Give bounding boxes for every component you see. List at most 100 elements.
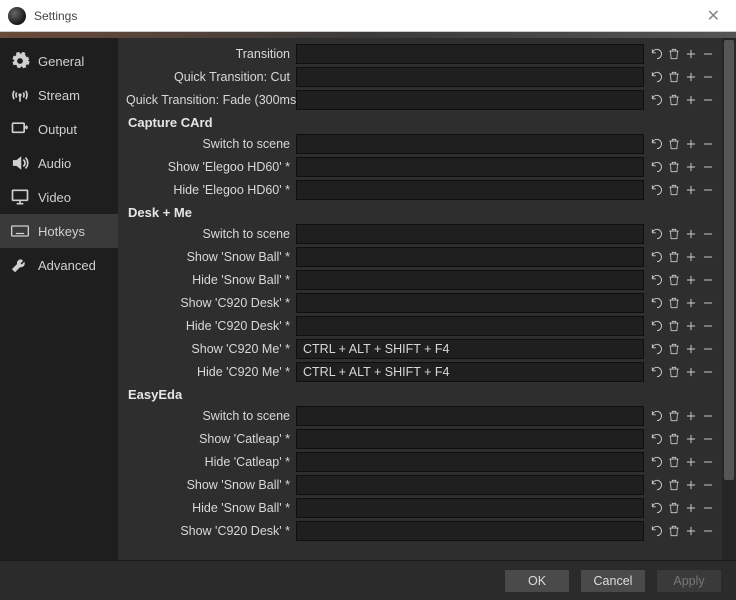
undo-icon[interactable] <box>649 498 665 518</box>
vertical-scrollbar[interactable] <box>722 38 736 560</box>
minus-icon[interactable] <box>700 521 716 541</box>
plus-icon[interactable] <box>683 247 699 267</box>
close-icon[interactable]: ✕ <box>699 6 728 26</box>
undo-icon[interactable] <box>649 429 665 449</box>
minus-icon[interactable] <box>700 362 716 382</box>
trash-icon[interactable] <box>666 406 682 426</box>
undo-icon[interactable] <box>649 44 665 64</box>
undo-icon[interactable] <box>649 224 665 244</box>
hotkey-input[interactable] <box>296 67 644 87</box>
hotkey-input[interactable] <box>296 90 644 110</box>
undo-icon[interactable] <box>649 452 665 472</box>
minus-icon[interactable] <box>700 475 716 495</box>
minus-icon[interactable] <box>700 90 716 110</box>
scrollbar-thumb[interactable] <box>724 40 734 480</box>
minus-icon[interactable] <box>700 157 716 177</box>
plus-icon[interactable] <box>683 224 699 244</box>
trash-icon[interactable] <box>666 134 682 154</box>
minus-icon[interactable] <box>700 180 716 200</box>
trash-icon[interactable] <box>666 293 682 313</box>
undo-icon[interactable] <box>649 406 665 426</box>
sidebar-item-advanced[interactable]: Advanced <box>0 248 118 282</box>
undo-icon[interactable] <box>649 475 665 495</box>
hotkey-input[interactable] <box>296 429 644 449</box>
hotkey-input[interactable] <box>296 134 644 154</box>
minus-icon[interactable] <box>700 498 716 518</box>
plus-icon[interactable] <box>683 90 699 110</box>
cancel-button[interactable]: Cancel <box>580 569 646 593</box>
hotkey-input[interactable] <box>296 157 644 177</box>
minus-icon[interactable] <box>700 224 716 244</box>
minus-icon[interactable] <box>700 452 716 472</box>
trash-icon[interactable] <box>666 452 682 472</box>
sidebar-item-hotkeys[interactable]: Hotkeys <box>0 214 118 248</box>
plus-icon[interactable] <box>683 498 699 518</box>
plus-icon[interactable] <box>683 521 699 541</box>
trash-icon[interactable] <box>666 339 682 359</box>
minus-icon[interactable] <box>700 134 716 154</box>
undo-icon[interactable] <box>649 157 665 177</box>
minus-icon[interactable] <box>700 293 716 313</box>
undo-icon[interactable] <box>649 270 665 290</box>
plus-icon[interactable] <box>683 270 699 290</box>
undo-icon[interactable] <box>649 293 665 313</box>
trash-icon[interactable] <box>666 67 682 87</box>
undo-icon[interactable] <box>649 134 665 154</box>
ok-button[interactable]: OK <box>504 569 570 593</box>
sidebar-item-output[interactable]: Output <box>0 112 118 146</box>
undo-icon[interactable] <box>649 90 665 110</box>
trash-icon[interactable] <box>666 180 682 200</box>
plus-icon[interactable] <box>683 44 699 64</box>
hotkey-input[interactable] <box>296 406 644 426</box>
trash-icon[interactable] <box>666 157 682 177</box>
undo-icon[interactable] <box>649 362 665 382</box>
sidebar-item-video[interactable]: Video <box>0 180 118 214</box>
plus-icon[interactable] <box>683 452 699 472</box>
undo-icon[interactable] <box>649 521 665 541</box>
plus-icon[interactable] <box>683 362 699 382</box>
trash-icon[interactable] <box>666 270 682 290</box>
hotkey-input[interactable]: CTRL + ALT + SHIFT + F4 <box>296 339 644 359</box>
plus-icon[interactable] <box>683 316 699 336</box>
hotkey-input[interactable] <box>296 293 644 313</box>
apply-button[interactable]: Apply <box>656 569 722 593</box>
undo-icon[interactable] <box>649 180 665 200</box>
hotkey-input[interactable] <box>296 247 644 267</box>
trash-icon[interactable] <box>666 475 682 495</box>
plus-icon[interactable] <box>683 293 699 313</box>
hotkey-input[interactable] <box>296 224 644 244</box>
hotkey-input[interactable] <box>296 475 644 495</box>
hotkey-input[interactable] <box>296 180 644 200</box>
plus-icon[interactable] <box>683 67 699 87</box>
trash-icon[interactable] <box>666 429 682 449</box>
sidebar-item-audio[interactable]: Audio <box>0 146 118 180</box>
hotkey-input[interactable] <box>296 452 644 472</box>
minus-icon[interactable] <box>700 247 716 267</box>
hotkey-input[interactable] <box>296 316 644 336</box>
minus-icon[interactable] <box>700 270 716 290</box>
trash-icon[interactable] <box>666 521 682 541</box>
trash-icon[interactable] <box>666 498 682 518</box>
plus-icon[interactable] <box>683 406 699 426</box>
sidebar-item-general[interactable]: General <box>0 44 118 78</box>
undo-icon[interactable] <box>649 339 665 359</box>
undo-icon[interactable] <box>649 316 665 336</box>
hotkey-input[interactable] <box>296 44 644 64</box>
hotkey-input[interactable] <box>296 521 644 541</box>
trash-icon[interactable] <box>666 224 682 244</box>
plus-icon[interactable] <box>683 475 699 495</box>
sidebar-item-stream[interactable]: Stream <box>0 78 118 112</box>
undo-icon[interactable] <box>649 247 665 267</box>
hotkey-input[interactable] <box>296 270 644 290</box>
trash-icon[interactable] <box>666 316 682 336</box>
plus-icon[interactable] <box>683 429 699 449</box>
undo-icon[interactable] <box>649 67 665 87</box>
minus-icon[interactable] <box>700 406 716 426</box>
minus-icon[interactable] <box>700 316 716 336</box>
minus-icon[interactable] <box>700 67 716 87</box>
hotkey-input[interactable]: CTRL + ALT + SHIFT + F4 <box>296 362 644 382</box>
trash-icon[interactable] <box>666 90 682 110</box>
hotkey-input[interactable] <box>296 498 644 518</box>
trash-icon[interactable] <box>666 362 682 382</box>
plus-icon[interactable] <box>683 134 699 154</box>
